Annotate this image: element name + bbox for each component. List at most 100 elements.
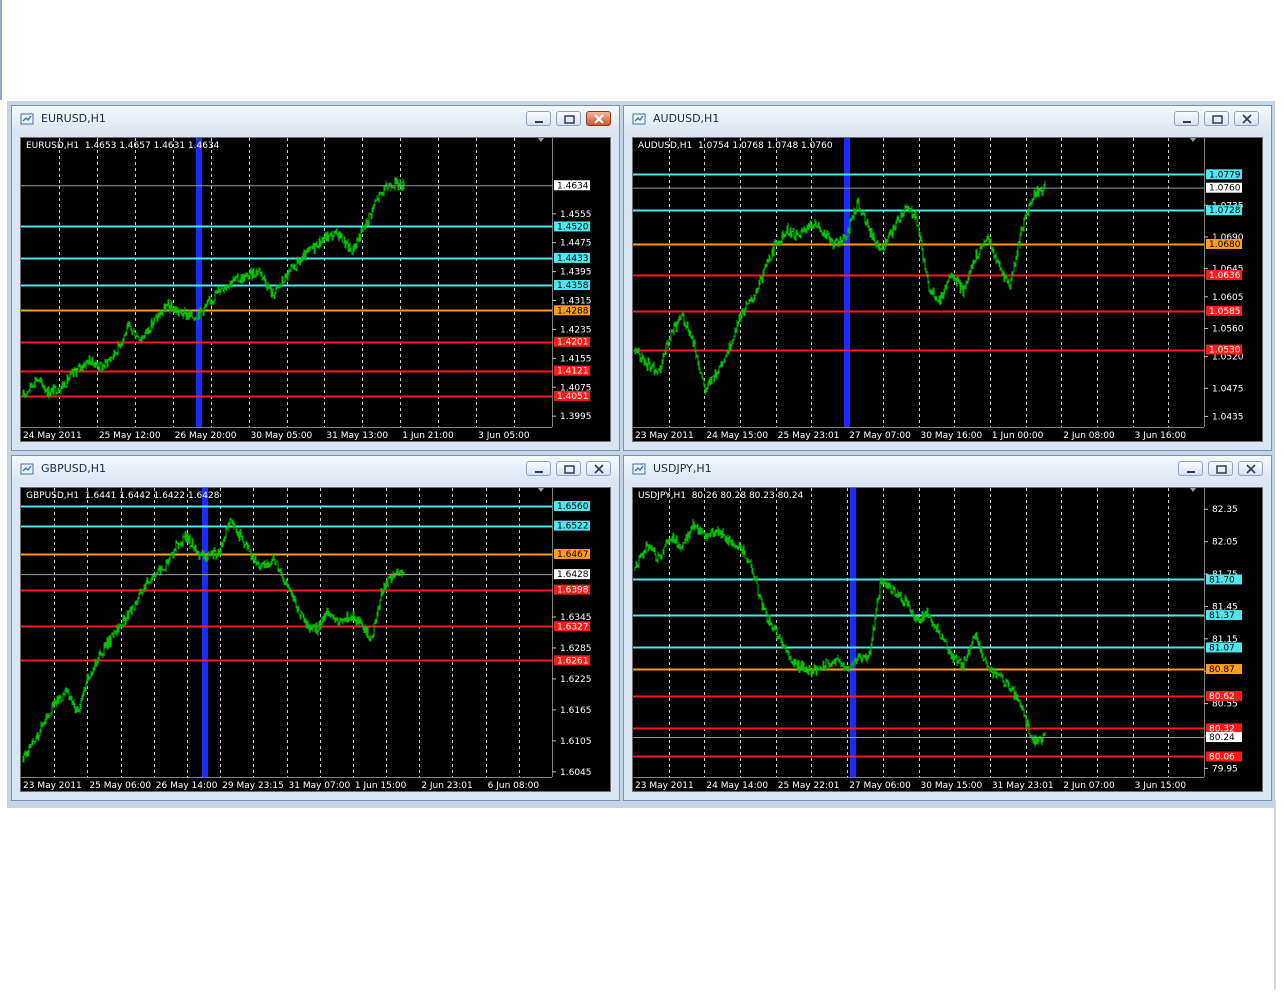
chart-window-eurusd[interactable]: EURUSD,H1 1.4555 1.4475 1.4395 1.4315 1.4235… <box>11 105 620 451</box>
restore-icon <box>1216 465 1227 474</box>
desktop-edge <box>0 0 2 100</box>
level-price-label: 1.0530 <box>1209 346 1241 356</box>
level-price-label: 1.0728 <box>1209 206 1241 216</box>
x-tick-label: 25 May 12:00 <box>99 431 161 441</box>
level-price-label: 1.4201 <box>557 338 589 348</box>
y-tick-label: 1.0560 <box>1212 324 1244 334</box>
x-tick-label: 25 May 06:00 <box>89 781 151 791</box>
x-tick-label: 23 May 2011 <box>635 431 694 441</box>
chart-symbol: USDJPY,H1 <box>638 491 686 501</box>
close-icon <box>1246 464 1256 474</box>
y-tick-label: 1.6225 <box>560 675 592 685</box>
y-tick-label: 1.0605 <box>1212 293 1244 303</box>
desktop-edge-right <box>1274 800 1276 990</box>
y-tick-label: 1.4555 <box>560 210 592 220</box>
minimize-icon <box>535 121 543 123</box>
minimize-button[interactable] <box>1174 111 1199 126</box>
price-chart[interactable]: 1.07351.06901.06451.06051.05601.05201.04… <box>632 137 1263 442</box>
chart-header: EURUSD,H1 1.4653 1.4657 1.4631 1.4634 <box>26 141 219 151</box>
level-price-label: 1.0636 <box>1209 271 1241 281</box>
level-price-label: 1.4358 <box>557 281 589 291</box>
chart-symbol: EURUSD,H1 <box>26 141 80 151</box>
chart-window-icon <box>20 463 34 475</box>
window-titlebar[interactable]: AUDUSD,H1 <box>624 106 1271 132</box>
x-tick-label: 2 Jun 07:00 <box>1063 781 1115 791</box>
y-tick-label: 1.3995 <box>560 412 592 422</box>
minimize-button[interactable] <box>526 461 551 476</box>
x-tick-label: 6 Jun 08:00 <box>488 781 540 791</box>
current-price-label: 80.24 <box>1209 733 1235 743</box>
x-tick-label: 24 May 15:00 <box>706 431 768 441</box>
y-tick-label: 1.4315 <box>560 297 592 307</box>
x-tick-label: 3 Jun 05:00 <box>478 431 530 441</box>
chart-window-usdjpy[interactable]: USDJPY,H1 82.3582.0581.7581.4581.1580.85… <box>623 455 1272 801</box>
x-tick-label: 26 May 20:00 <box>175 431 237 441</box>
x-tick-label: 1 Jun 21:00 <box>402 431 454 441</box>
shift-marker-icon[interactable] <box>538 138 544 142</box>
window-titlebar[interactable]: USDJPY,H1 <box>624 456 1271 482</box>
y-tick-label: 1.4395 <box>560 268 592 278</box>
shift-marker-icon[interactable] <box>538 488 544 492</box>
x-tick-label: 24 May 14:00 <box>706 781 768 791</box>
close-button[interactable] <box>586 111 611 126</box>
window-titlebar[interactable]: GBPUSD,H1 <box>12 456 619 482</box>
y-tick-label: 1.0435 <box>1212 412 1244 422</box>
restore-button[interactable] <box>556 461 581 476</box>
x-tick-label: 31 May 07:00 <box>289 781 351 791</box>
minimize-button[interactable] <box>526 111 551 126</box>
y-tick-label: 1.6105 <box>560 737 592 747</box>
level-price-label: 1.0680 <box>1209 240 1241 250</box>
level-price-label: 81.07 <box>1209 643 1235 653</box>
chart-window-gbpusd[interactable]: GBPUSD,H1 1.6345 1.6285 1.6225 1.6165 1.6105… <box>11 455 620 801</box>
price-chart[interactable]: 82.3582.0581.7581.4581.1580.8580.5580.25… <box>632 487 1263 792</box>
x-tick-label: 1 Jun 15:00 <box>355 781 407 791</box>
close-button[interactable] <box>1238 461 1263 476</box>
y-tick-label: 1.6045 <box>560 768 592 778</box>
chart-window-icon <box>632 463 646 475</box>
current-price-label: 1.4634 <box>557 181 589 191</box>
x-tick-label: 30 May 05:00 <box>251 431 313 441</box>
close-button[interactable] <box>1234 111 1259 126</box>
chart-plot[interactable]: 82.3582.0581.7581.4581.1580.8580.5580.25… <box>633 488 1262 791</box>
x-tick-label: 2 Jun 23:01 <box>421 781 472 791</box>
window-title: AUDUSD,H1 <box>653 112 720 125</box>
level-price-label: 80.62 <box>1209 692 1235 702</box>
restore-icon <box>564 115 575 124</box>
close-button[interactable] <box>586 461 611 476</box>
restore-button[interactable] <box>1204 111 1229 126</box>
x-tick-label: 27 May 07:00 <box>849 431 911 441</box>
level-price-label: 80.06 <box>1209 752 1235 762</box>
x-tick-label: 27 May 06:00 <box>849 781 911 791</box>
chart-symbol: AUDUSD,H1 <box>638 141 693 151</box>
chart-plot[interactable]: 1.07351.06901.06451.06051.05601.05201.04… <box>633 138 1262 441</box>
shift-marker-icon[interactable] <box>1190 138 1196 142</box>
restore-button[interactable] <box>556 111 581 126</box>
x-tick-label: 25 May 22:01 <box>778 781 840 791</box>
chart-window-audusd[interactable]: AUDUSD,H1 1.07351.06901.06451.06051.0560… <box>623 105 1272 451</box>
x-tick-label: 25 May 23:01 <box>778 431 840 441</box>
chart-ohlc: 1.0754 1.0768 1.0748 1.0760 <box>698 141 833 151</box>
y-tick-label: 82.05 <box>1212 538 1238 548</box>
minimize-button[interactable] <box>1178 461 1203 476</box>
level-price-label: 1.6261 <box>557 656 589 666</box>
chart-plot[interactable]: 1.4555 1.4475 1.4395 1.4315 1.4235 1.4155 1.40… <box>21 138 610 441</box>
shift-marker-icon[interactable] <box>1190 488 1196 492</box>
level-price-label: 1.0585 <box>1209 307 1241 317</box>
close-icon <box>1242 114 1252 124</box>
x-tick-label: 3 Jun 15:00 <box>1135 781 1187 791</box>
current-price-label: 1.6428 <box>557 570 589 580</box>
chart-plot[interactable]: 1.63451.62851.62251.61651.61051.60451.65… <box>21 488 610 791</box>
chart-ohlc: 1.6441 1.6442 1.6422 1.6428 <box>84 491 220 501</box>
chart-header: GBPUSD,H1 1.6441 1.6442 1.6422 1.6428 <box>26 491 219 501</box>
y-tick-label: 1.4475 <box>560 239 592 249</box>
restore-button[interactable] <box>1208 461 1233 476</box>
x-tick-label: 23 May 2011 <box>635 781 694 791</box>
x-tick-label: 24 May 2011 <box>23 431 82 441</box>
price-chart[interactable]: 1.4555 1.4475 1.4395 1.4315 1.4235 1.4155 1.40… <box>20 137 611 442</box>
window-title: USDJPY,H1 <box>653 462 712 475</box>
window-titlebar[interactable]: EURUSD,H1 <box>12 106 619 132</box>
highlight-band <box>202 488 208 777</box>
x-tick-label: 3 Jun 16:00 <box>1135 431 1187 441</box>
level-price-label: 1.6522 <box>557 522 589 532</box>
price-chart[interactable]: 1.6345 1.6285 1.6225 1.6165 1.6105 1.6045 1.65… <box>20 487 611 792</box>
